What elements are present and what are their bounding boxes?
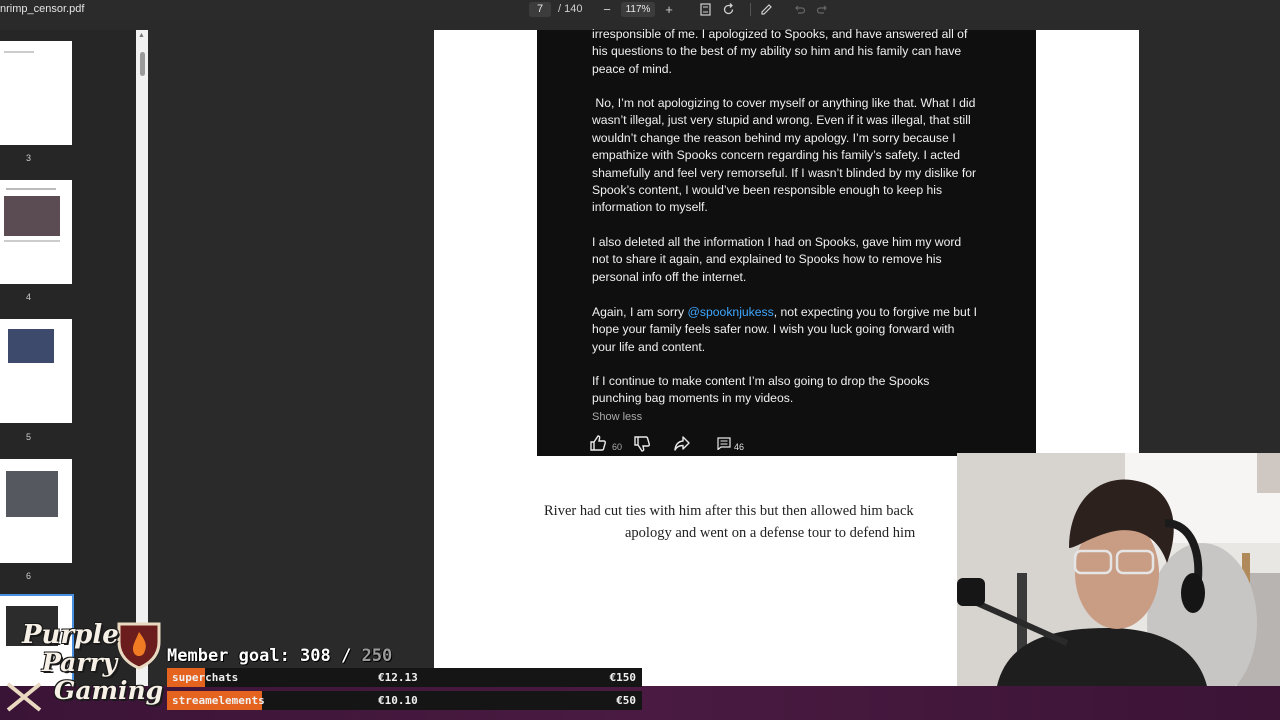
youtube-comment-screenshot: irresponsible of me. I apologized to Spo… xyxy=(537,27,1036,456)
comment-paragraph: No, I’m not apologizing to cover myself … xyxy=(592,96,977,215)
fit-page-icon xyxy=(699,3,711,16)
goal-progress: Member goal: 308 / xyxy=(167,646,362,666)
scroll-up-arrow[interactable]: ▲ xyxy=(138,32,145,39)
comment-actions: 60 46 xyxy=(589,434,789,454)
like-count: 60 xyxy=(612,442,623,452)
thumbnail-image xyxy=(4,196,60,236)
reply-icon[interactable] xyxy=(717,437,731,450)
screen: nrimp_censor.pdf 7 / 140 − 117% + 3 4 5 … xyxy=(0,0,1280,720)
thumbnail-image xyxy=(8,329,54,363)
goal-bar-target: €150 xyxy=(609,671,637,684)
document-text-line: River had cut ties with him after this b… xyxy=(544,503,914,519)
rotate-icon xyxy=(723,3,733,15)
superchats-goal-bar: superchats €12.13 €150 xyxy=(167,668,642,687)
thumbnail-page-number: 4 xyxy=(26,292,32,302)
thumbs-up-icon[interactable] xyxy=(589,434,607,452)
comment-paragraph: If I continue to make content I’m also g… xyxy=(592,374,930,406)
page-thumbnail[interactable] xyxy=(0,180,72,284)
redo-icon xyxy=(816,5,827,14)
comment-paragraph: Again, I am sorry @spooknjukess, not exp… xyxy=(592,304,1002,356)
goal-bar-current: €12.13 xyxy=(378,671,418,684)
streamelements-goal-bar: streamelements €10.10 €50 xyxy=(167,691,642,710)
comment-paragraph: I also deleted all the information I had… xyxy=(592,235,962,284)
redo-button[interactable] xyxy=(816,1,830,18)
document-text-line: apology and went on a defense tour to de… xyxy=(625,525,916,541)
zoom-out-button[interactable]: − xyxy=(600,1,614,18)
zoom-level[interactable]: 117% xyxy=(621,2,655,17)
show-less-link[interactable]: Show less xyxy=(592,409,642,426)
goal-bar-label: superchats xyxy=(172,671,239,684)
fit-page-button[interactable] xyxy=(698,1,712,18)
streamer-webcam-image xyxy=(957,453,1280,686)
goal-bar-target: €50 xyxy=(616,694,636,707)
draw-icon xyxy=(760,4,772,15)
page-number-input[interactable]: 7 xyxy=(529,2,551,17)
channel-logo: Purple Parry Gaming xyxy=(4,620,164,714)
thumbs-down-icon[interactable] xyxy=(633,435,651,453)
thumbnail-image xyxy=(6,471,58,517)
thumbnail-page-number: 3 xyxy=(26,153,32,163)
share-icon[interactable] xyxy=(673,434,691,452)
page-total: / 140 xyxy=(558,3,583,15)
thumbnail-text-line xyxy=(6,188,56,190)
pdf-toolbar: nrimp_censor.pdf 7 / 140 − 117% + xyxy=(0,0,1280,20)
sidebar-scrollbar[interactable] xyxy=(136,30,148,720)
page-thumbnail[interactable] xyxy=(0,41,72,145)
toolbar-divider xyxy=(750,3,751,16)
goal-bar-label: streamelements xyxy=(172,694,265,707)
draw-button[interactable] xyxy=(759,1,773,18)
logo-text: Purple xyxy=(22,620,119,650)
shield-flame-icon xyxy=(117,622,161,670)
scrollbar-thumb[interactable] xyxy=(140,52,145,76)
undo-button[interactable] xyxy=(792,1,806,18)
comment-paragraph: irresponsible of me. I apologized to Spo… xyxy=(592,27,968,76)
webcam-feed xyxy=(957,453,1280,686)
undo-icon xyxy=(795,5,806,14)
reply-count: 46 xyxy=(734,442,745,452)
goal-target: 250 xyxy=(361,646,393,666)
zoom-in-button[interactable]: + xyxy=(662,1,676,18)
goal-bar-current: €10.10 xyxy=(378,694,418,707)
thumbnail-text-line xyxy=(4,51,34,53)
user-mention-link[interactable]: @spooknjukess xyxy=(688,305,774,319)
page-thumbnail[interactable] xyxy=(0,459,72,563)
rotate-button[interactable] xyxy=(721,1,735,18)
page-thumbnail[interactable] xyxy=(0,319,72,423)
thumbnail-page-number: 5 xyxy=(26,432,32,442)
logo-text: Parry xyxy=(42,648,118,677)
thumbnail-page-number: 6 xyxy=(26,571,32,581)
logo-text: Gaming xyxy=(54,676,164,705)
crossed-swords-icon xyxy=(6,682,42,712)
file-name: nrimp_censor.pdf xyxy=(0,3,85,15)
member-goal-text: Member goal: 308 / 250 xyxy=(167,646,392,666)
comment-text: Again, I am sorry xyxy=(592,305,688,319)
thumbnail-text-line xyxy=(4,240,60,242)
